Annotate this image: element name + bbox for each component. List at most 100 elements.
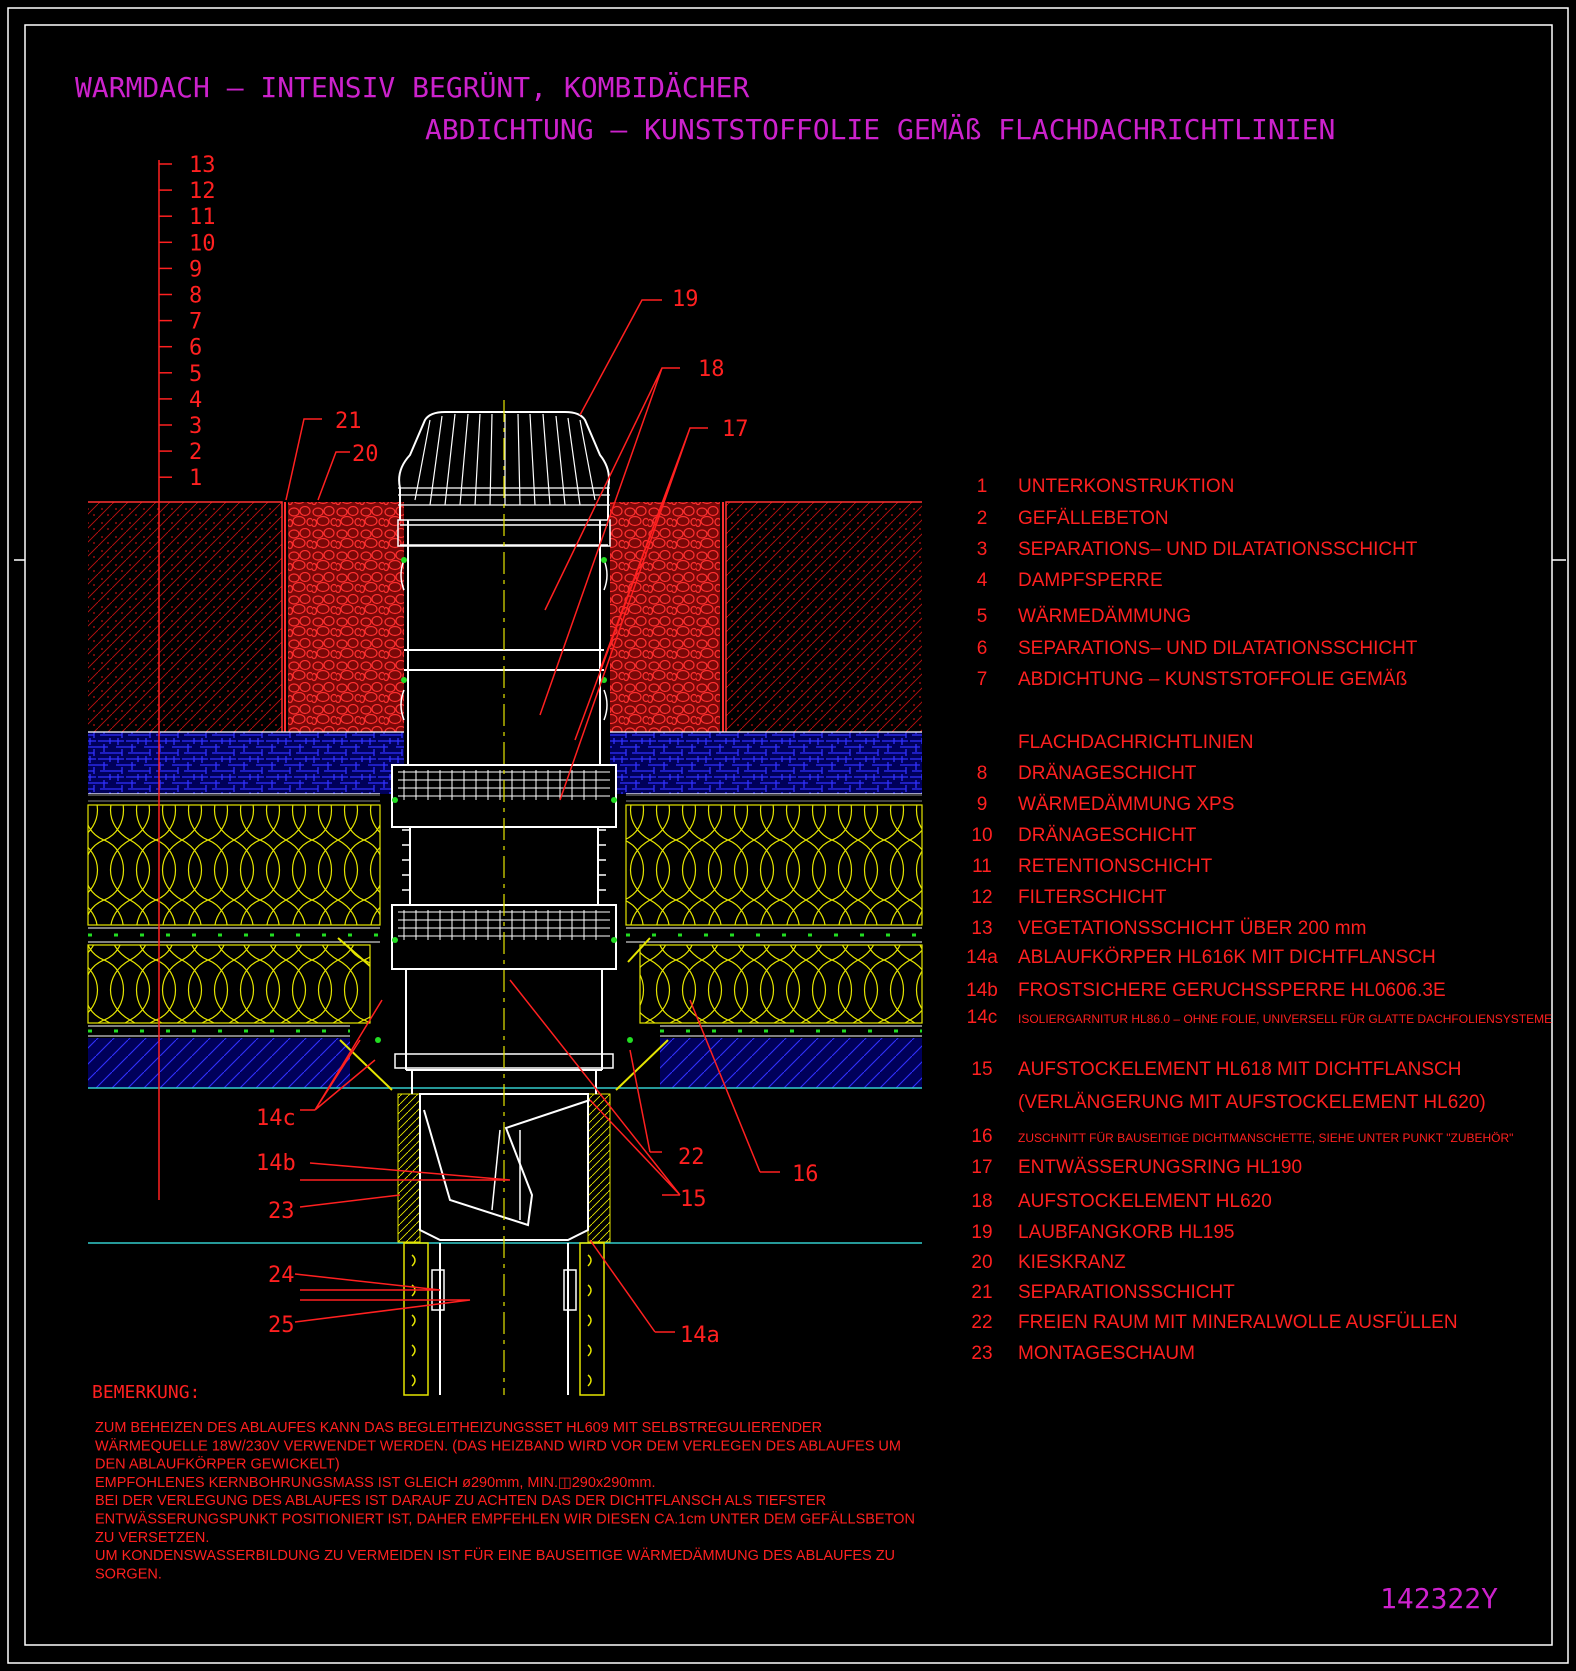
legend-number: 11 (972, 856, 992, 877)
montage-foam-left (397, 1093, 421, 1243)
title-line-1: WARMDACH – INTENSIV BEGRÜNT, KOMBIDÄCHER (75, 70, 749, 104)
scale-label: 5 (189, 362, 202, 387)
roof-drain-detail-drawing: WARMDACH – INTENSIV BEGRÜNT, KOMBIDÄCHER… (7, 0, 1569, 1664)
callout-18: 18 (698, 357, 725, 382)
pipe-insulation-left (403, 1242, 429, 1396)
callout-14c: 14c (256, 1106, 296, 1131)
remarks-line: WÄRMEQUELLE 18W/230V VERWENDET WERDEN. (… (95, 1437, 901, 1454)
legend-text: UNTERKONSTRUKTION (1018, 476, 1234, 497)
legend-text: ENTWÄSSERUNGSRING HL190 (1018, 1157, 1302, 1178)
layer-slope-concrete-left (88, 1038, 350, 1088)
legend-text: FROSTSICHERE GERUCHSSPERRE HL0606.3E (1018, 980, 1446, 1001)
legend-text: ABLAUFKÖRPER HL616K MIT DICHTFLANSCH (1018, 947, 1436, 968)
legend-text-continued: (VERLÄNGERUNG MIT AUFSTOCKELEMENT HL620) (1018, 1092, 1486, 1113)
callout-21: 21 (335, 409, 362, 434)
callout-17: 17 (722, 417, 749, 442)
legend-text: ISOLIERGARNITUR HL86.0 – OHNE FOLIE, UNI… (1018, 1012, 1552, 1026)
legend-number: 21 (971, 1282, 992, 1303)
scale-label: 3 (189, 414, 202, 439)
layer-vegetation-left (88, 502, 282, 732)
callout-25: 25 (268, 1313, 295, 1338)
gravel-ring-right (610, 502, 720, 732)
legend-number: 14a (966, 947, 998, 968)
legend-number: 14c (967, 1007, 998, 1028)
callout-24: 24 (268, 1263, 295, 1288)
legend-number: 10 (971, 825, 992, 846)
legend-text: ABDICHTUNG – KUNSTSTOFFOLIE GEMÄß (1018, 669, 1407, 690)
legend-text: MONTAGESCHAUM (1018, 1343, 1195, 1364)
remarks-line: SORGEN. (95, 1566, 162, 1582)
drawing-number: 142322Y (1380, 1582, 1498, 1615)
legend-text: DAMPFSPERRE (1018, 570, 1163, 591)
callout-19: 19 (672, 287, 699, 312)
legend-text: KIESKRANZ (1018, 1252, 1126, 1273)
legend-number: 8 (977, 763, 988, 784)
legend-text: WÄRMEDÄMMUNG (1018, 606, 1191, 627)
scale-label: 7 (189, 310, 202, 335)
legend-text: FILTERSCHICHT (1018, 887, 1167, 908)
layer-xps-top-strip-r (626, 794, 922, 802)
remarks-line: UM KONDENSWASSERBILDUNG ZU VERMEIDEN IST… (95, 1546, 895, 1564)
legend-text: ZUSCHNITT FÜR BAUSEITIGE DICHTMANSCHETTE… (1018, 1131, 1513, 1145)
scale-label: 6 (189, 336, 202, 361)
legend-text-continued: FLACHDACHRICHTLINIEN (1018, 732, 1253, 753)
montage-foam-right (587, 1093, 611, 1243)
legend-number: 16 (971, 1126, 992, 1147)
cross-section (87, 400, 923, 1396)
remarks-line: ZUM BEHEIZEN DES ABLAUFES KANN DAS BEGLE… (95, 1420, 822, 1436)
legend-number: 19 (971, 1222, 992, 1243)
legend-number: 18 (971, 1191, 992, 1212)
legend-text: VEGETATIONSSCHICHT ÜBER 200 mm (1018, 918, 1366, 939)
legend-number: 9 (977, 794, 988, 815)
scale-label: 4 (189, 388, 202, 413)
legend-number: 7 (977, 669, 988, 690)
legend-number: 15 (971, 1059, 992, 1080)
remarks-line: ENTWÄSSERUNGSPUNKT POSITIONIERT IST, DAH… (95, 1511, 915, 1528)
layer-drainage-right (610, 732, 922, 794)
legend-text: DRÄNAGESCHICHT (1018, 763, 1197, 784)
legend-text: GEFÄLLEBETON (1018, 508, 1169, 529)
legend-number: 14b (966, 980, 998, 1001)
scale-label: 9 (189, 257, 202, 282)
legend-text: SEPARATIONS– UND DILATATIONSSCHICHT (1018, 638, 1418, 659)
legend-text: RETENTIONSCHICHT (1018, 856, 1213, 877)
legend-text: SEPARATIONSSCHICHT (1018, 1282, 1235, 1303)
legend-text: FREIEN RAUM MIT MINERALWOLLE AUSFÜLLEN (1018, 1312, 1458, 1333)
legend-number: 5 (977, 606, 988, 627)
title-line-2: ABDICHTUNG – KUNSTSTOFFOLIE GEMÄß FLACHD… (425, 113, 1335, 146)
legend-number: 25 (971, 0, 992, 5)
legend-number: 4 (977, 570, 988, 591)
odour-trap (423, 1099, 591, 1227)
legend-number: 20 (971, 1252, 992, 1273)
layer-vegetation-right (726, 502, 922, 732)
legend-text: ABLAUFLEITUNG (1018, 0, 1174, 5)
callout-16: 16 (792, 1162, 819, 1187)
scale-label: 13 (189, 153, 216, 178)
legend-text: WÄRMEDÄMMUNG XPS (1018, 794, 1234, 815)
vapour-barrier (88, 1025, 922, 1037)
legend-text: AUFSTOCKELEMENT HL618 MIT DICHTFLANSCH (1018, 1059, 1461, 1080)
remarks-line: ZU VERSETZEN. (95, 1530, 209, 1546)
scale-label: 12 (189, 179, 216, 204)
layer-drainage-left (88, 732, 404, 794)
legend-number: 2 (977, 508, 988, 529)
pipe-insulation-right (579, 1242, 605, 1396)
legend-number: 23 (971, 1343, 992, 1364)
gravel-ring-left (288, 502, 404, 732)
callout-23: 23 (268, 1199, 295, 1224)
remarks-line: EMPFOHLENES KERNBOHRUNGSMASS IST GLEICH … (95, 1475, 656, 1491)
legend-text: SEPARATIONS– UND DILATATIONSSCHICHT (1018, 539, 1418, 560)
scale-label: 10 (189, 231, 216, 256)
callout-14a: 14a (680, 1323, 720, 1348)
legend-number: 6 (977, 638, 988, 659)
scale-label: 11 (189, 205, 216, 230)
remarks-heading: BEMERKUNG: (92, 1382, 200, 1403)
layer-slope-concrete-right (660, 1038, 922, 1088)
legend-text: DRÄNAGESCHICHT (1018, 825, 1197, 846)
legend-text: LAUBFANGKORB HL195 (1018, 1222, 1234, 1243)
remarks: BEMERKUNG: ZUM BEHEIZEN DES ABLAUFES KAN… (92, 1382, 915, 1582)
remarks-line: BEI DER VERLEGUNG DES ABLAUFES IST DARAU… (95, 1493, 826, 1509)
legend-number: 22 (971, 1312, 992, 1333)
scale-label: 1 (189, 466, 202, 491)
scale-label: 8 (189, 284, 202, 309)
